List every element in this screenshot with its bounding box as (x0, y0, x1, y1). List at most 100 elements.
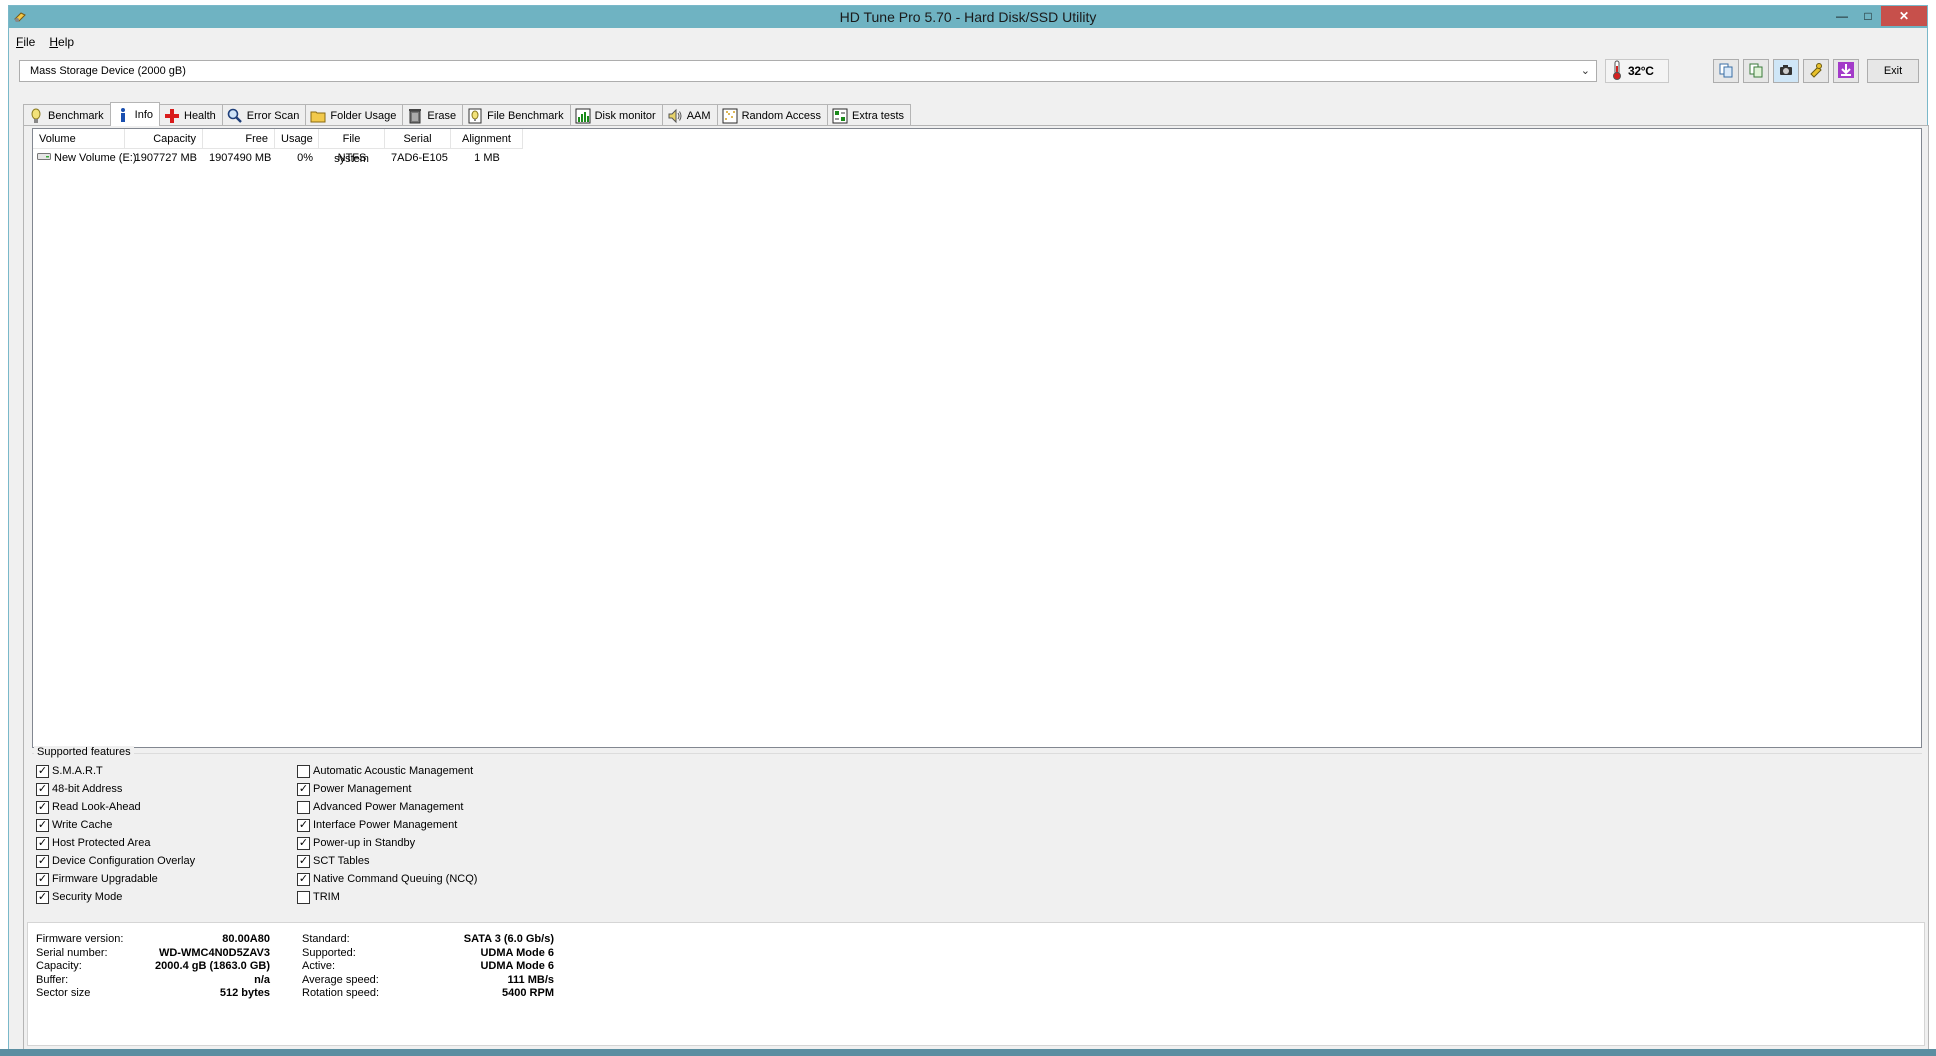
cell-serial: 7AD6-E105 (391, 152, 448, 164)
feature-s-m-a-r-t[interactable]: ✓ S.M.A.R.T (36, 762, 195, 780)
extra-tests-icon (832, 108, 848, 124)
info-label: Serial number: (36, 946, 108, 959)
tab-bar: Benchmark Info Health Error Scan Folder … (23, 102, 912, 126)
tab-error-scan[interactable]: Error Scan (221, 104, 307, 126)
feature-label: Security Mode (52, 891, 123, 903)
tab-disk-monitor[interactable]: Disk monitor (569, 104, 663, 126)
copy-info-button[interactable] (1713, 59, 1739, 83)
feature-write-cache[interactable]: ✓ Write Cache (36, 816, 195, 834)
tab-benchmark[interactable]: Benchmark (23, 104, 111, 126)
cell-capacity: 1907727 MB (134, 152, 197, 164)
temperature-value: 32°C (1628, 64, 1654, 78)
copy-screen-button[interactable] (1743, 59, 1769, 83)
feature-automatic-acoustic-management[interactable]: Automatic Acoustic Management (297, 762, 477, 780)
table-row[interactable]: New Volume (E:) 1907727 MB 1907490 MB 0%… (33, 149, 523, 167)
feature-host-protected-area[interactable]: ✓ Host Protected Area (36, 834, 195, 852)
feature-sct-tables[interactable]: ✓ SCT Tables (297, 852, 477, 870)
info-label: Sector size (36, 987, 91, 999)
info-label: Firmware version: (36, 933, 124, 945)
feature-checkbox[interactable] (297, 764, 310, 778)
feature-advanced-power-management[interactable]: Advanced Power Management (297, 798, 477, 816)
feature-checkbox[interactable]: ✓ (36, 818, 49, 832)
feature-checkbox[interactable]: ✓ (36, 764, 49, 778)
feature-label: TRIM (313, 891, 340, 903)
info-value: n/a (254, 973, 270, 986)
tab-aam-label: AAM (686, 109, 711, 122)
tab-aam[interactable]: AAM (661, 104, 718, 126)
menu-help[interactable]: Help (49, 32, 74, 52)
feature-48-bit-address[interactable]: ✓ 48-bit Address (36, 780, 195, 798)
feature-read-look-ahead[interactable]: ✓ Read Look-Ahead (36, 798, 195, 816)
column-alignment[interactable]: Alignment (451, 129, 523, 149)
checkmark-icon: ✓ (298, 818, 309, 831)
column-serial[interactable]: Serial (385, 129, 451, 149)
column-volume[interactable]: Volume (33, 129, 125, 149)
feature-checkbox[interactable]: ✓ (297, 782, 310, 796)
feature-interface-power-management[interactable]: ✓ Interface Power Management (297, 816, 477, 834)
column-free[interactable]: Free (203, 129, 275, 149)
screenshot-button[interactable] (1773, 59, 1799, 83)
tab-error-scan-label: Error Scan (246, 109, 300, 122)
tab-folder-usage[interactable]: Folder Usage (305, 104, 404, 126)
feature-checkbox[interactable]: ✓ (36, 872, 49, 886)
taskbar[interactable] (0, 1049, 1936, 1056)
tab-extra-tests[interactable]: Extra tests (827, 104, 912, 126)
feature-checkbox[interactable]: ✓ (36, 800, 49, 814)
column-file-system[interactable]: File system (319, 129, 385, 165)
checkmark-icon: ✓ (298, 872, 309, 885)
exit-button[interactable]: Exit (1867, 59, 1919, 83)
save-button[interactable] (1833, 59, 1859, 83)
info-icon (115, 107, 131, 123)
tab-random-access[interactable]: Random Access (716, 104, 829, 126)
feature-device-configuration-overlay[interactable]: ✓ Device Configuration Overlay (36, 852, 195, 870)
device-select[interactable]: Mass Storage Device (2000 gB) ⌄ (19, 60, 1597, 82)
copy-screen-icon (1748, 62, 1764, 81)
info-label: Capacity: (36, 960, 82, 972)
feature-checkbox[interactable]: ✓ (36, 836, 49, 850)
feature-checkbox[interactable]: ✓ (297, 818, 310, 832)
feature-power-up-in-standby[interactable]: ✓ Power-up in Standby (297, 834, 477, 852)
info-label: Rotation speed: (302, 987, 380, 999)
checkmark-icon: ✓ (37, 818, 48, 831)
cell-alignment: 1 MB (474, 152, 500, 164)
tab-health[interactable]: Health (159, 104, 223, 126)
tab-extra-tests-label: Extra tests (852, 109, 905, 122)
tab-info[interactable]: Info (109, 102, 160, 126)
feature-label: Power Management (313, 783, 412, 795)
feature-native-command-queuing-ncq[interactable]: ✓ Native Command Queuing (NCQ) (297, 870, 477, 888)
feature-checkbox[interactable]: ✓ (297, 872, 310, 886)
info-value: SATA 3 (6.0 Gb/s) (463, 933, 554, 945)
feature-checkbox[interactable] (297, 890, 310, 904)
tab-file-benchmark-label: File Benchmark (487, 109, 564, 122)
volume-list[interactable]: Volume Capacity Free Usage File system S… (32, 128, 1922, 748)
minimize-button[interactable]: — (1829, 6, 1855, 26)
feature-checkbox[interactable]: ✓ (36, 890, 49, 904)
feature-power-management[interactable]: ✓ Power Management (297, 780, 477, 798)
tab-disk-monitor-label: Disk monitor (594, 109, 656, 122)
maximize-button[interactable]: □ (1855, 6, 1881, 26)
info-label: Average speed: (302, 973, 379, 986)
feature-checkbox[interactable]: ✓ (297, 854, 310, 868)
info-row-sector-size: Sector size 512 bytes (36, 987, 270, 1003)
save-icon (1837, 61, 1855, 82)
info-label: Standard: (302, 933, 350, 945)
menu-file[interactable]: File (16, 32, 35, 52)
title-bar[interactable]: HD Tune Pro 5.70 - Hard Disk/SSD Utility… (9, 6, 1927, 28)
feature-checkbox[interactable]: ✓ (36, 782, 49, 796)
column-usage[interactable]: Usage (275, 129, 319, 149)
tab-file-benchmark[interactable]: File Benchmark (462, 104, 571, 126)
feature-label: Automatic Acoustic Management (313, 765, 474, 777)
info-value: UDMA Mode 6 (480, 946, 554, 959)
feature-checkbox[interactable]: ✓ (36, 854, 49, 868)
feature-checkbox[interactable] (297, 800, 310, 814)
feature-trim[interactable]: TRIM (297, 888, 477, 906)
options-button[interactable] (1803, 59, 1829, 83)
checkmark-icon: ✓ (37, 854, 48, 867)
column-capacity[interactable]: Capacity (125, 129, 203, 149)
feature-checkbox[interactable]: ✓ (297, 836, 310, 850)
tab-erase[interactable]: Erase (402, 104, 464, 126)
feature-firmware-upgradable[interactable]: ✓ Firmware Upgradable (36, 870, 195, 888)
close-button[interactable]: ✕ (1881, 6, 1927, 26)
feature-security-mode[interactable]: ✓ Security Mode (36, 888, 195, 906)
supported-features-group: Supported features ✓ S.M.A.R.T ✓ 48-bit Add… (32, 746, 1922, 913)
